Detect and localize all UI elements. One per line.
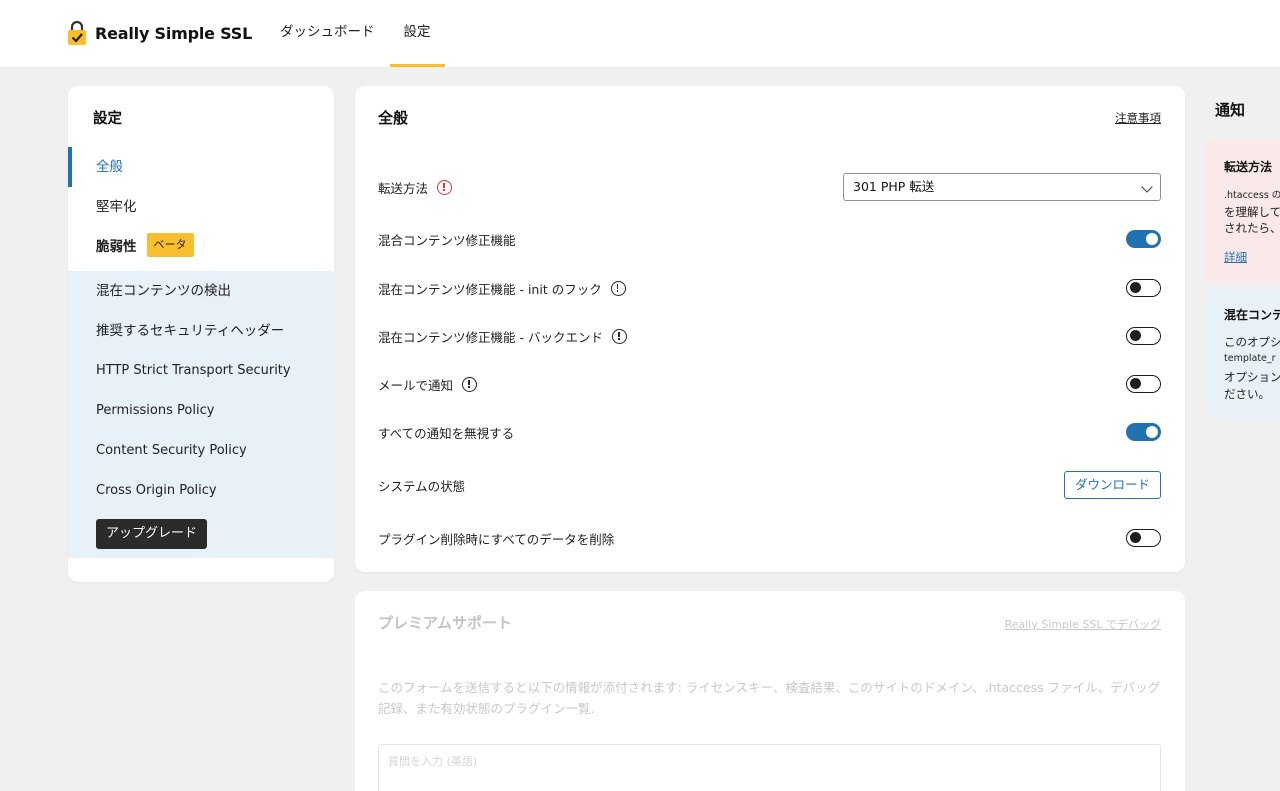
setting-row: プラグイン削除時にすべてのデータを削除	[378, 523, 1161, 553]
card-title: 全般	[378, 109, 409, 127]
settings-sidebar: 設定 全般 堅牢化 脆弱性 ベータ 混在コンテンツの検出 推奨するセキュリティヘッ…	[68, 86, 334, 582]
sidebar-item-mixed-content-scan[interactable]: 混在コンテンツの検出	[68, 271, 334, 311]
support-question-textarea[interactable]: 質問を入力 (英語)	[378, 744, 1161, 791]
setting-label: すべての通知を無視する	[378, 425, 515, 441]
notice-redirect-method: 転送方法 .htaccess の を理解して されたら、 詳細	[1205, 140, 1280, 281]
info-icon[interactable]	[610, 280, 626, 296]
setting-label: プラグイン削除時にすべてのデータを削除	[378, 531, 615, 547]
sidebar-premium-group: 混在コンテンツの検出 推奨するセキュリティヘッダー HTTP Strict Tr…	[68, 271, 334, 558]
mixed-content-fixer-toggle[interactable]	[1126, 230, 1161, 248]
debug-link[interactable]: Really Simple SSL でデバッグ	[1005, 616, 1161, 632]
sidebar-item-security-headers[interactable]: 推奨するセキュリティヘッダー	[68, 311, 334, 351]
dismiss-all-notices-toggle[interactable]	[1126, 423, 1161, 441]
brand[interactable]: Really Simple SSL	[67, 20, 252, 46]
sidebar-item-label: 脆弱性	[96, 239, 137, 255]
setting-row: 混在コンテンツ修正機能 - init のフック	[378, 273, 1161, 303]
sidebar-item-cross-origin-policy[interactable]: Cross Origin Policy	[68, 471, 334, 511]
premium-support-description: このフォームを送信すると以下の情報が添付されます: ライセンスキー、検査結果、こ…	[378, 680, 1161, 716]
system-status-label: システムの状態	[378, 478, 466, 494]
setting-row: 混合コンテンツ修正機能	[378, 224, 1161, 254]
top-nav: ダッシュボード 設定	[280, 0, 460, 67]
sidebar-item-general[interactable]: 全般	[68, 147, 334, 187]
lock-logo-icon	[68, 20, 86, 45]
top-bar: Really Simple SSL ダッシュボード 設定	[0, 0, 1280, 67]
download-button[interactable]: ダウンロード	[1063, 471, 1161, 499]
redirect-method-row: 転送方法 301 PHP 転送	[378, 172, 1161, 202]
info-icon[interactable]	[611, 328, 627, 344]
redirect-method-select[interactable]: 301 PHP 転送	[843, 173, 1161, 201]
notice-title: 転送方法	[1224, 160, 1273, 174]
sidebar-item-hsts[interactable]: HTTP Strict Transport Security	[68, 351, 334, 391]
notice-title: 混在コンテ	[1224, 308, 1280, 322]
setting-row: すべての通知を無視する	[378, 417, 1161, 447]
upgrade-button[interactable]: アップグレード	[96, 519, 208, 549]
setting-row: 混在コンテンツ修正機能 - バックエンド	[378, 321, 1161, 351]
premium-support-title: プレミアムサポート	[378, 614, 512, 632]
info-icon[interactable]	[462, 376, 478, 392]
setting-label: 混在コンテンツ修正機能 - バックエンド	[378, 329, 603, 345]
sidebar-item-csp[interactable]: Content Security Policy	[68, 431, 334, 471]
brand-name: Really Simple SSL	[95, 23, 253, 43]
sidebar-item-hardening[interactable]: 堅牢化	[68, 187, 334, 227]
sidebar-item-vulnerabilities[interactable]: 脆弱性 ベータ	[68, 227, 334, 267]
warning-icon[interactable]	[437, 179, 453, 195]
beta-badge: ベータ	[146, 233, 194, 257]
system-status-row: システムの状態 ダウンロード	[378, 470, 1161, 500]
mixed-content-backend-toggle[interactable]	[1126, 327, 1161, 345]
sidebar-title: 設定	[93, 111, 122, 127]
redirect-method-label: 転送方法	[378, 180, 429, 196]
mixed-content-init-hook-toggle[interactable]	[1126, 279, 1161, 297]
sidebar-item-permissions-policy[interactable]: Permissions Policy	[68, 391, 334, 431]
setting-label: メールで通知	[378, 377, 454, 393]
email-notification-toggle[interactable]	[1126, 375, 1161, 393]
notes-link[interactable]: 注意事項	[1115, 110, 1161, 126]
notice-mixed-content: 混在コンテ このオプシ template_r オプション ださい。	[1205, 290, 1280, 418]
setting-label: 混合コンテンツ修正機能	[378, 232, 516, 248]
notice-details-link[interactable]: 詳細	[1224, 249, 1247, 265]
notices-title: 通知	[1215, 101, 1246, 119]
select-value: 301 PHP 転送	[853, 179, 935, 194]
setting-row: メールで通知	[378, 369, 1161, 399]
sidebar-menu: 全般 堅牢化 脆弱性 ベータ	[68, 147, 334, 267]
general-settings-card: 全般 注意事項 転送方法 301 PHP 転送 混合コンテンツ修正機能 混在コン…	[355, 86, 1185, 572]
setting-label: 混在コンテンツ修正機能 - init のフック	[378, 281, 602, 297]
delete-data-on-uninstall-toggle[interactable]	[1126, 529, 1161, 547]
nav-dashboard[interactable]: ダッシュボード	[280, 0, 375, 67]
nav-settings[interactable]: 設定	[389, 0, 445, 67]
premium-support-card: プレミアムサポート Really Simple SSL でデバッグ このフォーム…	[355, 591, 1185, 791]
chevron-down-icon	[1141, 181, 1153, 193]
